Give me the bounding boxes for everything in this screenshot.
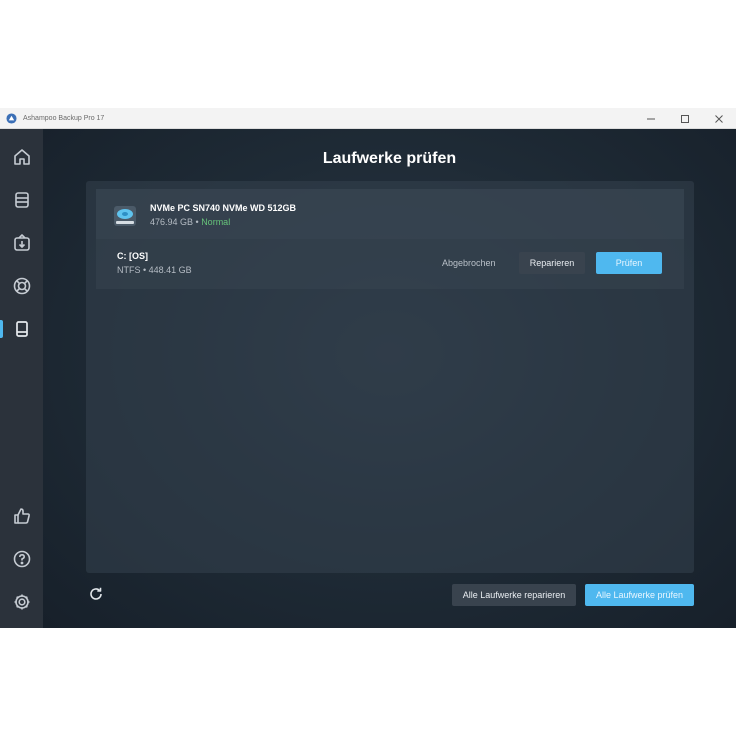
close-button[interactable] (702, 108, 736, 129)
refresh-icon (90, 587, 102, 600)
sidebar-item-feedback[interactable] (0, 499, 43, 533)
close-icon (715, 114, 723, 123)
check-all-button[interactable]: Alle Laufwerke prüfen (585, 584, 694, 606)
sidebar-item-help[interactable] (0, 542, 43, 576)
title-bar: Ashampoo Backup Pro 17 (0, 108, 736, 129)
page-title: Laufwerke prüfen (322, 150, 457, 167)
thumbs-up-icon (13, 508, 30, 524)
partition-details: NTFS • 448.41 GB (117, 265, 192, 275)
settings-icon (14, 594, 29, 610)
app-logo-icon (6, 112, 17, 124)
partition-status: Abgebrochen (442, 258, 496, 268)
drive-header: NVMe PC SN740 NVMe WD 512GB 476.94 GB • … (96, 189, 684, 239)
drive-info: 476.94 GB • Normal (150, 217, 230, 227)
window-controls (634, 108, 736, 129)
repair-button[interactable]: Reparieren (519, 252, 585, 274)
backups-icon (14, 192, 29, 208)
sidebar-item-home[interactable] (0, 140, 43, 174)
sidebar-item-settings[interactable] (0, 585, 43, 619)
restore-icon (13, 234, 30, 251)
window-title: Ashampoo Backup Pro 17 (23, 114, 105, 122)
drives-panel: NVMe PC SN740 NVMe WD 512GB 476.94 GB • … (86, 181, 694, 573)
sidebar-item-support[interactable] (0, 269, 43, 303)
check-button[interactable]: Prüfen (596, 252, 662, 274)
drive-status: Normal (201, 217, 231, 227)
partition-row: C: [OS] NTFS • 448.41 GB Abgebrochen Rep… (96, 239, 684, 289)
maximize-icon (681, 114, 689, 123)
help-ring-icon (13, 277, 30, 295)
sidebar-item-drive-check[interactable] (0, 312, 43, 346)
question-icon (13, 550, 30, 568)
drive-check-icon (15, 321, 28, 337)
active-indicator (0, 320, 3, 338)
sidebar (0, 129, 43, 628)
hard-drive-icon (114, 206, 136, 226)
drive-separator: • (193, 217, 202, 227)
app-window: Ashampoo Backup Pro 17 Laufwerke prüfen … (0, 108, 736, 628)
minimize-button[interactable] (634, 108, 668, 129)
minimize-icon (647, 118, 655, 119)
partition-name: C: [OS] (117, 251, 148, 261)
refresh-button[interactable] (86, 584, 106, 604)
drive-name: NVMe PC SN740 NVMe WD 512GB (150, 203, 297, 213)
sidebar-item-restore[interactable] (0, 226, 43, 260)
home-icon (13, 149, 30, 165)
main-content: Laufwerke prüfen NVMe PC SN740 NVMe WD 5… (43, 129, 736, 628)
sidebar-item-backups[interactable] (0, 183, 43, 217)
maximize-button[interactable] (668, 108, 702, 129)
drive-size: 476.94 GB (150, 217, 194, 227)
repair-all-button[interactable]: Alle Laufwerke reparieren (452, 584, 576, 606)
